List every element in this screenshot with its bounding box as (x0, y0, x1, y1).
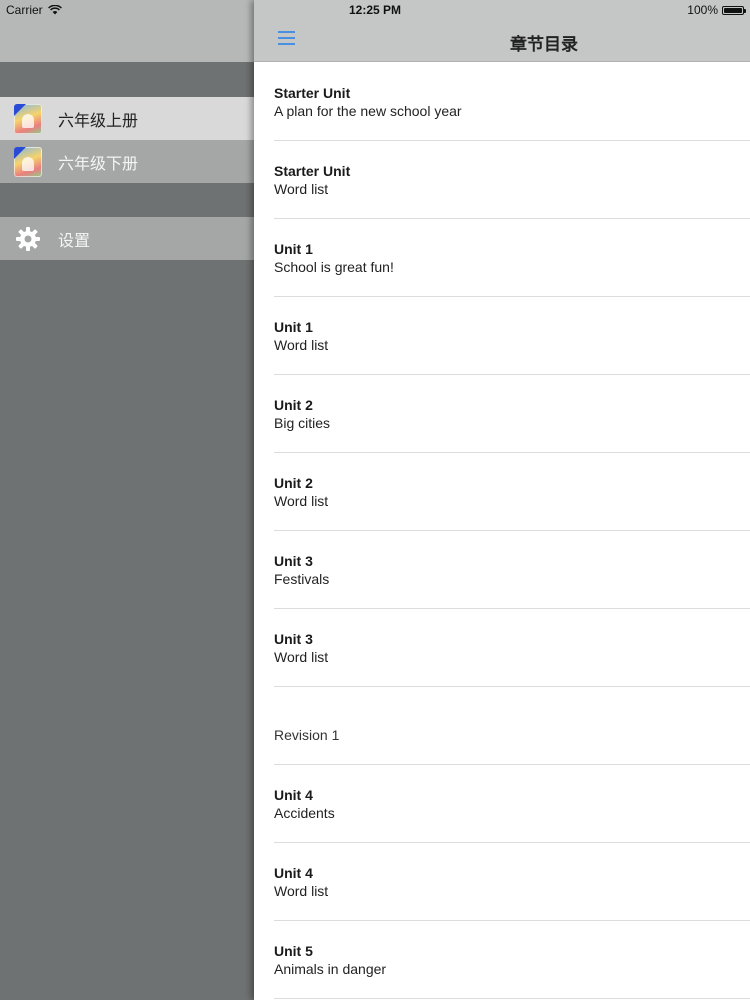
sidebar-item-settings[interactable]: 设置 (0, 217, 254, 260)
book-cover-icon (14, 146, 42, 177)
list-item[interactable]: Unit 2 Big cities (254, 375, 750, 453)
chapter-title: Unit 4 (274, 865, 313, 881)
chapter-title: Starter Unit (274, 85, 351, 101)
list-item[interactable]: Revision 1 (254, 687, 750, 765)
sidebar-item-label: 设置 (58, 232, 91, 250)
list-item[interactable]: Unit 1 Word list (254, 297, 750, 375)
list-item[interactable]: Unit 3 Word list (254, 609, 750, 687)
chapter-subtitle: Accidents (274, 805, 335, 821)
app-screen: 六年级上册 六年级下册 设置 章节目录 Starter Unit A plan … (0, 0, 750, 1000)
chapter-title: Starter Unit (274, 163, 351, 179)
chapter-subtitle: Animals in danger (274, 961, 387, 977)
status-time: 12:25 PM (348, 3, 402, 17)
chapter-subtitle: School is great fun! (274, 259, 394, 275)
gear-icon (16, 226, 40, 251)
status-right: 100% (687, 3, 746, 17)
chapter-title: Unit 3 (274, 631, 313, 647)
battery-fill (724, 7, 742, 13)
chapter-subtitle: Festivals (274, 571, 330, 587)
status-bar: Carrier 12:25 PM 100% (0, 0, 750, 22)
hamburger-icon[interactable] (278, 31, 295, 46)
battery-icon (722, 5, 746, 15)
sidebar-item-grade6-vol2[interactable]: 六年级下册 (0, 140, 254, 183)
list-item[interactable]: Unit 3 Festivals (254, 531, 750, 609)
chapter-title: Unit 5 (274, 943, 313, 959)
chapter-title: Unit 4 (274, 787, 313, 803)
chapter-subtitle: Word list (274, 649, 329, 665)
chapter-title: Unit 2 (274, 475, 313, 491)
chapter-subtitle: Word list (274, 493, 329, 509)
list-item[interactable]: Starter Unit Word list (254, 141, 750, 219)
chapter-title: Unit 2 (274, 397, 313, 413)
chapter-subtitle: Word list (274, 337, 329, 353)
chapter-list: Starter Unit A plan for the new school y… (254, 63, 750, 999)
list-item[interactable]: Unit 1 School is great fun! (254, 219, 750, 297)
sidebar-item-grade6-vol1[interactable]: 六年级上册 (0, 97, 254, 140)
list-item[interactable]: Unit 4 Accidents (254, 765, 750, 843)
list-item[interactable]: Unit 5 Animals in danger (254, 921, 750, 999)
chapter-subtitle: Big cities (274, 415, 331, 431)
list-item[interactable]: Starter Unit A plan for the new school y… (254, 63, 750, 141)
chapter-subtitle: Revision 1 (274, 727, 340, 743)
chapter-subtitle: Word list (274, 883, 329, 899)
chapter-subtitle: Word list (274, 181, 329, 197)
battery-percent: 100% (687, 3, 718, 17)
sidebar: 六年级上册 六年级下册 设置 (0, 0, 254, 1000)
sidebar-item-label: 六年级上册 (58, 112, 139, 130)
page-title: 章节目录 (510, 35, 578, 54)
list-item[interactable]: Unit 2 Word list (254, 453, 750, 531)
chapter-title: Unit 3 (274, 553, 313, 569)
chapter-subtitle: A plan for the new school year (274, 103, 462, 119)
chapter-title: Unit 1 (274, 241, 313, 257)
list-item[interactable]: Unit 4 Word list (254, 843, 750, 921)
sidebar-item-label: 六年级下册 (58, 155, 139, 173)
chapter-panel: 章节目录 Starter Unit A plan for the new sch… (254, 0, 750, 1000)
chapter-title: Unit 1 (274, 319, 313, 335)
book-cover-icon (14, 103, 42, 134)
